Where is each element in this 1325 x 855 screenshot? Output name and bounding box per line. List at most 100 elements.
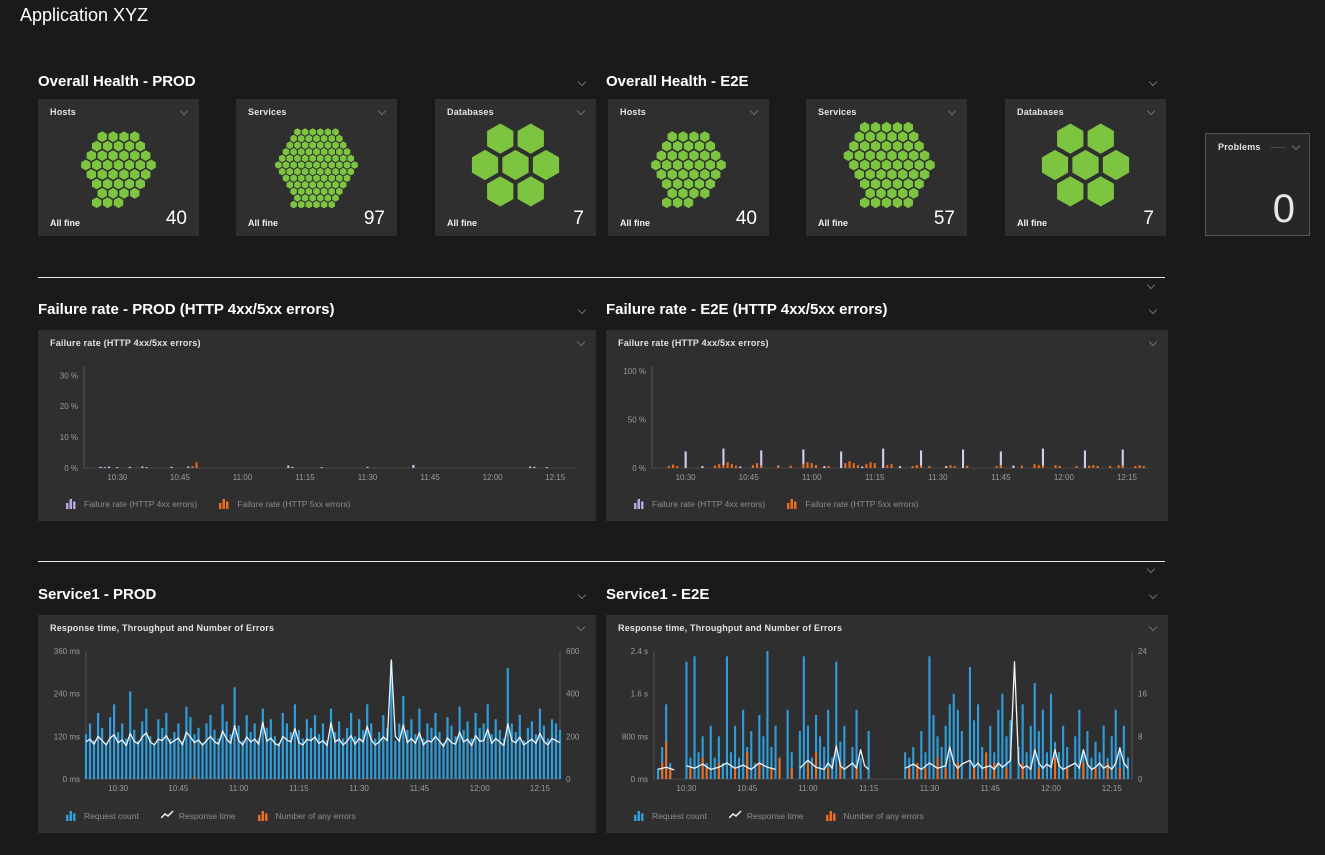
chart-legend: Failure rate (HTTP 4xx errors) Failure ra…: [66, 498, 350, 509]
svg-text:11:30: 11:30: [920, 784, 940, 793]
svg-text:0 ms: 0 ms: [63, 775, 80, 784]
entity-count: 97: [364, 209, 385, 228]
chevron-down-icon[interactable]: [577, 78, 587, 88]
status-label: All fine: [248, 218, 278, 228]
chevron-down-icon[interactable]: [377, 107, 387, 117]
health-tile-hosts-prod[interactable]: Hosts All fine40: [38, 99, 199, 236]
service1-e2e-tile[interactable]: 0 ms800 ms1.6 s2.4 s08162410:3010:4511:0…: [606, 615, 1168, 833]
section-divider: [38, 561, 1165, 562]
health-tile-databases-prod[interactable]: Databases All fine7: [435, 99, 596, 236]
chevron-down-icon[interactable]: [1148, 78, 1158, 88]
svg-text:11:30: 11:30: [349, 784, 369, 793]
failure-rate-prod-chart[interactable]: 0 %10 %20 %30 %10:3010:4511:0011:1511:30…: [38, 330, 596, 521]
svg-text:12:00: 12:00: [1041, 784, 1062, 793]
svg-text:10:45: 10:45: [739, 473, 760, 482]
chevron-down-icon[interactable]: [1148, 306, 1158, 316]
svg-text:0: 0: [1138, 775, 1143, 784]
chart-legend: Failure rate (HTTP 4xx errors) Failure ra…: [634, 498, 918, 509]
chevron-down-icon[interactable]: [576, 623, 586, 633]
legend-item: Number of any errors: [258, 810, 356, 821]
svg-text:12:00: 12:00: [483, 473, 504, 482]
svg-text:1.6 s: 1.6 s: [631, 690, 648, 699]
svg-text:11:45: 11:45: [420, 473, 440, 482]
legend-item: Request count: [634, 810, 707, 821]
failure-rate-e2e-tile[interactable]: 0 %50 %100 %10:3010:4511:0011:1511:3011:…: [606, 330, 1168, 521]
chevron-down-icon[interactable]: [1146, 565, 1156, 575]
svg-text:10:45: 10:45: [168, 784, 189, 793]
tile-title: Hosts: [620, 107, 646, 117]
section-title-service-prod: Service1 - PROD: [38, 586, 156, 603]
sparkline-placeholder: [1271, 147, 1285, 148]
status-label: All fine: [1017, 218, 1047, 228]
legend-item: Request count: [66, 810, 139, 821]
chevron-down-icon[interactable]: [1291, 142, 1301, 152]
tile-title: Databases: [1017, 107, 1064, 117]
section-title-health-prod: Overall Health - PROD: [38, 73, 196, 90]
tile-title: Failure rate (HTTP 4xx/5xx errors): [50, 338, 201, 348]
svg-text:600: 600: [566, 647, 580, 656]
svg-text:11:45: 11:45: [991, 473, 1011, 482]
service1-e2e-chart[interactable]: 0 ms800 ms1.6 s2.4 s08162410:3010:4511:0…: [606, 615, 1168, 833]
chevron-down-icon[interactable]: [947, 107, 957, 117]
chart-legend: Request count Response time Number of any …: [634, 810, 924, 821]
health-tile-services-e2e[interactable]: Services All fine57: [806, 99, 967, 236]
svg-text:2.4 s: 2.4 s: [631, 647, 648, 656]
tile-title: Problems: [1218, 142, 1261, 152]
failure-rate-prod-tile[interactable]: 0 %10 %20 %30 %10:3010:4511:0011:1511:30…: [38, 330, 596, 521]
tile-title: Response time, Throughput and Number of …: [618, 623, 842, 633]
section-title-failure-e2e: Failure rate - E2E (HTTP 4xx/5xx errors): [606, 301, 888, 318]
honeycomb-chart: [236, 121, 397, 209]
svg-text:240 ms: 240 ms: [54, 690, 80, 699]
svg-text:0 %: 0 %: [632, 464, 646, 473]
entity-count: 7: [1143, 209, 1154, 228]
chevron-down-icon[interactable]: [1146, 281, 1156, 291]
svg-text:12:15: 12:15: [530, 784, 551, 793]
legend-item: Failure rate (HTTP 5xx errors): [219, 498, 350, 509]
chevron-down-icon[interactable]: [576, 338, 586, 348]
chevron-down-icon[interactable]: [577, 306, 587, 316]
svg-text:11:00: 11:00: [233, 473, 253, 482]
section-title-failure-prod: Failure rate - PROD (HTTP 4xx/5xx errors…: [38, 301, 335, 318]
svg-text:11:15: 11:15: [859, 784, 879, 793]
svg-text:11:15: 11:15: [289, 784, 309, 793]
svg-text:200: 200: [566, 732, 580, 741]
entity-count: 40: [736, 209, 757, 228]
svg-text:120 ms: 120 ms: [54, 732, 80, 741]
chevron-down-icon[interactable]: [1146, 107, 1156, 117]
service1-prod-chart[interactable]: 0 ms120 ms240 ms360 ms020040060010:3010:…: [38, 615, 596, 833]
problems-tile[interactable]: Problems 0: [1205, 133, 1310, 236]
svg-text:16: 16: [1138, 690, 1147, 699]
chevron-down-icon[interactable]: [577, 591, 587, 601]
svg-text:11:45: 11:45: [410, 784, 430, 793]
svg-text:50 %: 50 %: [628, 415, 646, 424]
entity-count: 7: [573, 209, 584, 228]
legend-item: Failure rate (HTTP 4xx errors): [634, 498, 765, 509]
svg-text:0 %: 0 %: [64, 464, 78, 473]
svg-text:11:45: 11:45: [981, 784, 1001, 793]
svg-text:30 %: 30 %: [60, 371, 78, 380]
chevron-down-icon[interactable]: [576, 107, 586, 117]
svg-text:11:00: 11:00: [802, 473, 822, 482]
health-tile-hosts-e2e[interactable]: Hosts All fine40: [608, 99, 769, 236]
chevron-down-icon[interactable]: [1148, 338, 1158, 348]
chevron-down-icon[interactable]: [1148, 623, 1158, 633]
chevron-down-icon[interactable]: [179, 107, 189, 117]
legend-item: Failure rate (HTTP 4xx errors): [66, 498, 197, 509]
svg-text:10 %: 10 %: [60, 433, 78, 442]
chevron-down-icon[interactable]: [749, 107, 759, 117]
svg-text:400: 400: [566, 690, 580, 699]
svg-text:20 %: 20 %: [60, 402, 78, 411]
svg-text:11:15: 11:15: [865, 473, 885, 482]
legend-item: Failure rate (HTTP 5xx errors): [787, 498, 918, 509]
health-tile-services-prod[interactable]: Services All fine97: [236, 99, 397, 236]
legend-item: Number of any errors: [826, 810, 924, 821]
svg-text:800 ms: 800 ms: [622, 732, 648, 741]
legend-item: Response time: [729, 810, 804, 821]
chevron-down-icon[interactable]: [1148, 591, 1158, 601]
health-tile-databases-e2e[interactable]: Databases All fine 7: [1005, 99, 1166, 236]
svg-text:11:30: 11:30: [358, 473, 378, 482]
svg-text:11:00: 11:00: [229, 784, 249, 793]
failure-rate-e2e-chart[interactable]: 0 %50 %100 %10:3010:4511:0011:1511:3011:…: [606, 330, 1168, 521]
service1-prod-tile[interactable]: 0 ms120 ms240 ms360 ms020040060010:3010:…: [38, 615, 596, 833]
status-label: All fine: [818, 218, 848, 228]
